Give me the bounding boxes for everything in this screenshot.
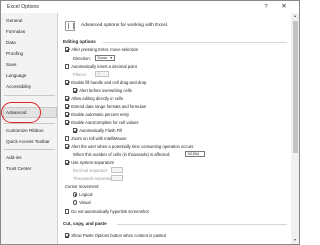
close-button[interactable]: ✕ [277, 2, 291, 12]
nav-item-general[interactable]: General [6, 18, 22, 23]
title-bar: Excel Options ? ✕ [1, 1, 299, 13]
section-divider [103, 42, 287, 43]
option-extend-formats[interactable]: Extend data range formats and formulas [65, 104, 146, 109]
checkbox-checked[interactable] [65, 112, 70, 117]
checkbox-checked[interactable] [65, 96, 70, 101]
direction-label: Direction: [73, 56, 91, 61]
checkbox-checked[interactable] [65, 233, 70, 238]
options-sidebar: General Formulas Data Proofing Save Lang… [1, 13, 58, 244]
nav-item-customize-ribbon[interactable]: Customize Ribbon [6, 128, 44, 133]
option-cursor-logical[interactable]: Logical [73, 192, 92, 197]
thousands-separator-label: Thousands separator: [73, 176, 114, 181]
checkbox-unchecked[interactable] [65, 136, 70, 141]
checkbox-checked[interactable] [65, 80, 70, 85]
nav-item-trust-center[interactable]: Trust Center [6, 166, 31, 171]
checkbox-unchecked[interactable] [65, 64, 70, 69]
option-flash-fill[interactable]: Automatically Flash Fill [73, 128, 122, 133]
checkbox-unchecked[interactable] [65, 209, 70, 214]
option-no-auto-hyperlink[interactable]: Do not automatically hyperlink screensho… [65, 209, 149, 214]
highlight-annotation-ring [1, 102, 41, 123]
chevron-down-icon: ▼ [109, 56, 113, 60]
checkbox-checked[interactable] [65, 104, 70, 109]
scroll-up-arrow-icon[interactable]: ▲ [291, 14, 299, 18]
nav-divider [4, 95, 55, 96]
decimal-separator-label: Decimal separator: [73, 168, 109, 173]
option-autocomplete[interactable]: Enable AutoComplete for cell values [65, 120, 138, 125]
places-spinner[interactable]: 2 [95, 71, 109, 77]
option-after-enter-move[interactable]: After pressing Enter, move selection [65, 47, 138, 52]
checkbox-checked[interactable] [65, 160, 70, 165]
section-title-cut-copy-paste: Cut, copy, and paste [63, 221, 107, 226]
option-alert-overwrite[interactable]: Alert before overwriting cells [73, 88, 132, 93]
nav-item-quick-access-toolbar[interactable]: Quick Access Toolbar [6, 139, 50, 144]
checkbox-checked[interactable] [65, 47, 70, 52]
nav-divider [4, 123, 55, 124]
nav-item-formulas[interactable]: Formulas [6, 29, 25, 34]
decimal-separator-field[interactable]: . [111, 167, 123, 173]
radio-unselected[interactable] [73, 200, 78, 205]
checkbox-checked[interactable] [73, 88, 78, 93]
scrollbar-thumb[interactable] [292, 21, 298, 153]
places-label: Places: [73, 72, 87, 77]
nav-divider [4, 149, 55, 150]
excel-options-dialog: Excel Options ? ✕ General Formulas Data … [0, 0, 300, 245]
advanced-options-panel: Advanced options for working with Excel.… [59, 13, 291, 244]
option-alert-slow-operation[interactable]: Alert the user when a potentially time c… [65, 144, 193, 149]
nav-item-data[interactable]: Data [6, 40, 16, 45]
cells-affected-label: When this number of cells (in thousands)… [73, 152, 171, 157]
option-use-system-separators[interactable]: Use system separators [65, 160, 114, 165]
cells-affected-spinner[interactable]: 33,554 [185, 151, 205, 157]
thousands-separator-field[interactable]: , [111, 175, 123, 181]
option-cursor-visual[interactable]: Visual [73, 200, 91, 205]
direction-dropdown[interactable]: Down ▼ [95, 55, 115, 61]
option-fill-handle[interactable]: Enable fill handle and cell drag-and-dro… [65, 80, 146, 85]
window-title: Excel Options [7, 4, 40, 10]
options-page-icon [65, 21, 75, 31]
nav-item-proofing[interactable]: Proofing [6, 51, 23, 56]
cursor-movement-label: Cursor movement: [65, 184, 100, 189]
vertical-scrollbar[interactable]: ▲ ▼ [291, 13, 299, 244]
option-auto-decimal[interactable]: Automatically insert a decimal point [65, 64, 137, 69]
page-title: Advanced options for working with Excel. [81, 23, 169, 28]
section-divider [117, 224, 287, 225]
help-button[interactable]: ? [259, 2, 273, 12]
nav-item-accessibility[interactable]: Accessibility [6, 84, 31, 89]
option-show-paste-options[interactable]: Show Paste Options button when content i… [65, 233, 166, 238]
section-title-editing: Editing options [63, 39, 96, 44]
scroll-down-arrow-icon[interactable]: ▼ [291, 238, 299, 242]
option-auto-percent[interactable]: Enable automatic percent entry [65, 112, 129, 117]
checkbox-checked[interactable] [65, 144, 70, 149]
checkbox-checked[interactable] [73, 128, 78, 133]
nav-item-language[interactable]: Language [6, 73, 26, 78]
nav-item-add-ins[interactable]: Add-ins [6, 155, 22, 160]
checkbox-checked[interactable] [65, 120, 70, 125]
radio-selected[interactable] [73, 192, 78, 197]
option-allow-editing-in-cells[interactable]: Allow editing directly in cells [65, 96, 123, 101]
nav-item-save[interactable]: Save [6, 62, 16, 67]
option-zoom-on-roll[interactable]: Zoom on roll with IntelliMouse [65, 136, 127, 141]
